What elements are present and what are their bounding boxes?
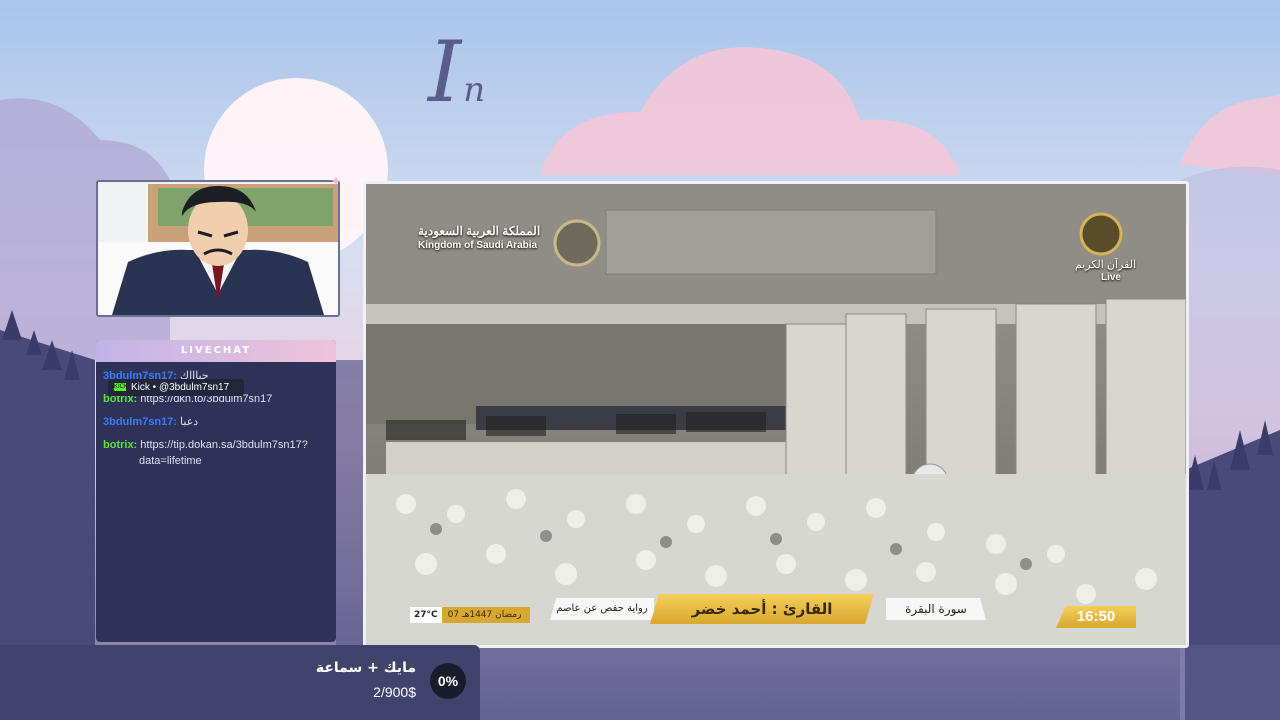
webcam-frame bbox=[96, 180, 340, 317]
webcam-avatar-image bbox=[98, 182, 338, 315]
mosque-video-frame bbox=[366, 184, 1186, 645]
goal-amount: 2/900$ bbox=[373, 684, 416, 700]
reciter-name: القارئ : أحمد خضر الطرابلسي bbox=[650, 594, 874, 624]
kick-logo-icon: KICK bbox=[114, 383, 129, 392]
chat-username[interactable]: botrix: bbox=[103, 439, 137, 451]
chat-message: 3bdulm7sn17: دعبا bbox=[103, 414, 329, 430]
donation-goal-panel bbox=[0, 645, 480, 720]
quran-channel-label: القرآن الكريم bbox=[1074, 259, 1136, 271]
livechat-header: LIVECHAT bbox=[96, 340, 336, 362]
chat-link-continuation[interactable]: data=lifetime bbox=[103, 453, 329, 469]
clock: 16:50 bbox=[1056, 606, 1136, 628]
goal-title: مايك + سماعة bbox=[315, 660, 416, 676]
date-temperature-bar: 27°C 07 رمضان 1447هـ bbox=[410, 607, 530, 623]
sparkle-icon: ✦ bbox=[330, 174, 342, 190]
logo-letter: I bbox=[428, 23, 462, 121]
overlay-logo-script: In bbox=[428, 30, 485, 114]
chat-username[interactable]: 3bdulm7sn17: bbox=[103, 416, 177, 428]
logo-tail: n bbox=[463, 70, 486, 110]
chat-message: botrix: https://tip.dokan.sa/3bdulm7sn17… bbox=[103, 437, 329, 469]
chat-link[interactable]: https://tip.dokan.sa/3bdulm7sn17? bbox=[140, 439, 308, 451]
ksa-english-label: Kingdom of Saudi Arabia bbox=[418, 240, 538, 251]
surah-name: سورة البقرة bbox=[886, 598, 986, 620]
hijri-date: 07 رمضان 1447هـ bbox=[447, 610, 522, 620]
temperature: 27°C bbox=[410, 607, 442, 623]
video-player[interactable]: المملكة العربية السعودية Kingdom of Saud… bbox=[363, 181, 1189, 648]
live-label: Live bbox=[1100, 272, 1121, 283]
kick-notification-text: Kick • @3bdulm7sn17 bbox=[131, 382, 230, 393]
kick-notification: KICK Kick • @3bdulm7sn17 bbox=[108, 379, 244, 396]
chat-text: دعبا bbox=[180, 416, 199, 428]
ksa-arabic-label: المملكة العربية السعودية bbox=[418, 224, 541, 238]
goal-percent-badge: 0% bbox=[430, 663, 466, 699]
riwaya-label: رواية حفص عن عاصم bbox=[550, 598, 654, 620]
